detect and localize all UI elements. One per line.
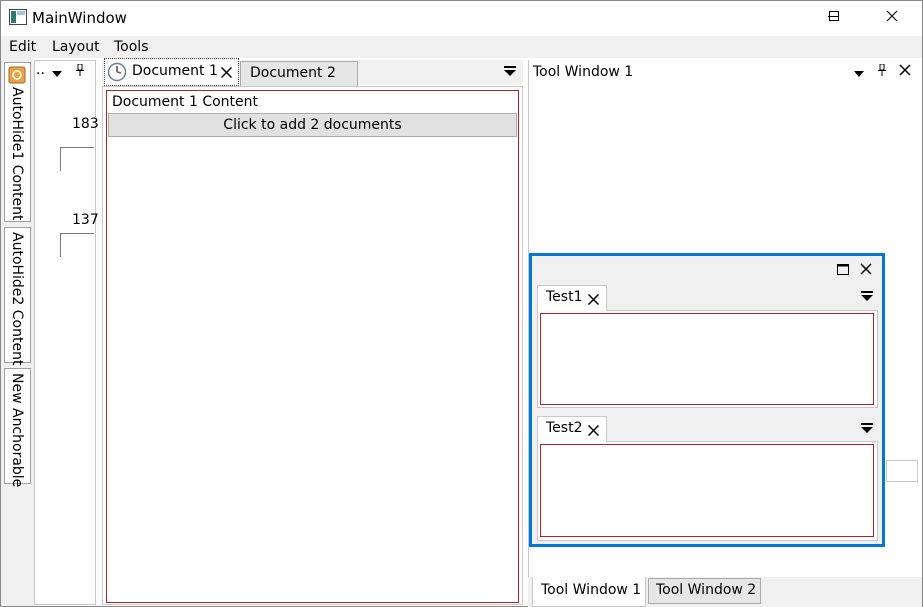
close-icon xyxy=(899,64,911,80)
autohide-tab-1-label: AutoHide1 Content xyxy=(9,87,25,221)
test2-content-area xyxy=(540,444,874,537)
autohide-input-1[interactable] xyxy=(60,147,94,171)
tab-document-1[interactable]: Document 1 xyxy=(104,58,239,86)
floating-maximize-button[interactable] xyxy=(836,264,850,278)
tool-window-menu-button[interactable] xyxy=(852,66,866,80)
close-tab-test2-button[interactable] xyxy=(586,423,600,437)
document-content-area xyxy=(106,90,519,603)
menu-layout[interactable]: Layout xyxy=(52,39,100,55)
chevron-down-icon xyxy=(854,65,864,81)
autohide-menu-button[interactable] xyxy=(50,66,64,80)
tab-tool-window-1-label: Tool Window 1 xyxy=(541,582,642,598)
tab-tool-window-1[interactable]: Tool Window 1 xyxy=(532,577,646,607)
autohide-tab-1[interactable]: AutoHide1 Content xyxy=(4,62,31,222)
tab-document-2-label: Document 2 xyxy=(250,65,336,81)
close-icon xyxy=(587,424,599,436)
maximize-button[interactable] xyxy=(811,1,857,35)
tab-test1-label: Test1 xyxy=(546,289,583,305)
autohide-tab-2-label: AutoHide2 Content xyxy=(9,232,25,366)
tool-window-pin-button[interactable] xyxy=(875,63,889,80)
autohide-pin-button[interactable] xyxy=(73,63,87,80)
close-tab-document-1-button[interactable] xyxy=(219,65,233,79)
menu-tools[interactable]: Tools xyxy=(114,39,149,55)
autohide-panel xyxy=(34,60,96,605)
tab-test2[interactable]: Test2 xyxy=(537,416,607,442)
test2-menu-button[interactable] xyxy=(860,423,874,437)
menu-edit[interactable]: Edit xyxy=(9,39,36,55)
close-icon xyxy=(587,293,599,305)
document-menu-button[interactable] xyxy=(503,66,517,80)
maximize-icon xyxy=(828,10,840,26)
close-tab-test1-button[interactable] xyxy=(586,292,600,306)
menu-dropdown-icon xyxy=(504,65,516,81)
tab-tool-window-2-label: Tool Window 2 xyxy=(656,582,757,598)
clock-icon xyxy=(107,62,127,82)
autohide-tab-3-label: New Anchorable xyxy=(9,373,25,488)
anchorable-icon xyxy=(8,66,26,84)
pin-icon xyxy=(75,63,85,80)
chevron-down-icon xyxy=(52,65,62,81)
document-content-label: Document 1 Content xyxy=(112,94,259,110)
autohide-value-2: 137 xyxy=(72,212,99,228)
tab-document-1-label: Document 1 xyxy=(132,63,218,79)
test1-content-area xyxy=(540,313,874,405)
title-bar[interactable] xyxy=(1,1,922,35)
pin-icon xyxy=(877,63,887,80)
autohide-input-2[interactable] xyxy=(60,233,94,257)
test1-menu-button[interactable] xyxy=(860,291,874,305)
tool-window-title: Tool Window 1 xyxy=(533,64,634,80)
maximize-icon xyxy=(837,263,849,279)
autohide-tab-2[interactable]: AutoHide2 Content xyxy=(4,227,31,366)
close-icon xyxy=(886,10,898,26)
close-icon xyxy=(220,66,232,78)
add-documents-button[interactable]: Click to add 2 documents xyxy=(108,113,517,137)
autohide-panel-title: .. xyxy=(36,62,45,78)
window-title: MainWindow xyxy=(32,9,127,27)
autohide-tab-3[interactable]: New Anchorable xyxy=(4,368,31,488)
close-icon xyxy=(860,263,872,279)
tab-document-2[interactable]: Document 2 xyxy=(240,61,358,86)
menu-dropdown-icon xyxy=(861,422,873,438)
autohide-value-1: 183 xyxy=(72,116,99,132)
app-icon xyxy=(9,9,27,25)
tab-test2-label: Test2 xyxy=(546,420,583,436)
tool-window-input[interactable] xyxy=(886,460,918,482)
tab-test1[interactable]: Test1 xyxy=(537,285,607,311)
close-window-button[interactable] xyxy=(869,1,915,35)
menu-dropdown-icon xyxy=(861,290,873,306)
floating-close-button[interactable] xyxy=(859,263,873,279)
tool-window-close-button[interactable] xyxy=(898,64,912,80)
tab-tool-window-2[interactable]: Tool Window 2 xyxy=(648,578,761,604)
